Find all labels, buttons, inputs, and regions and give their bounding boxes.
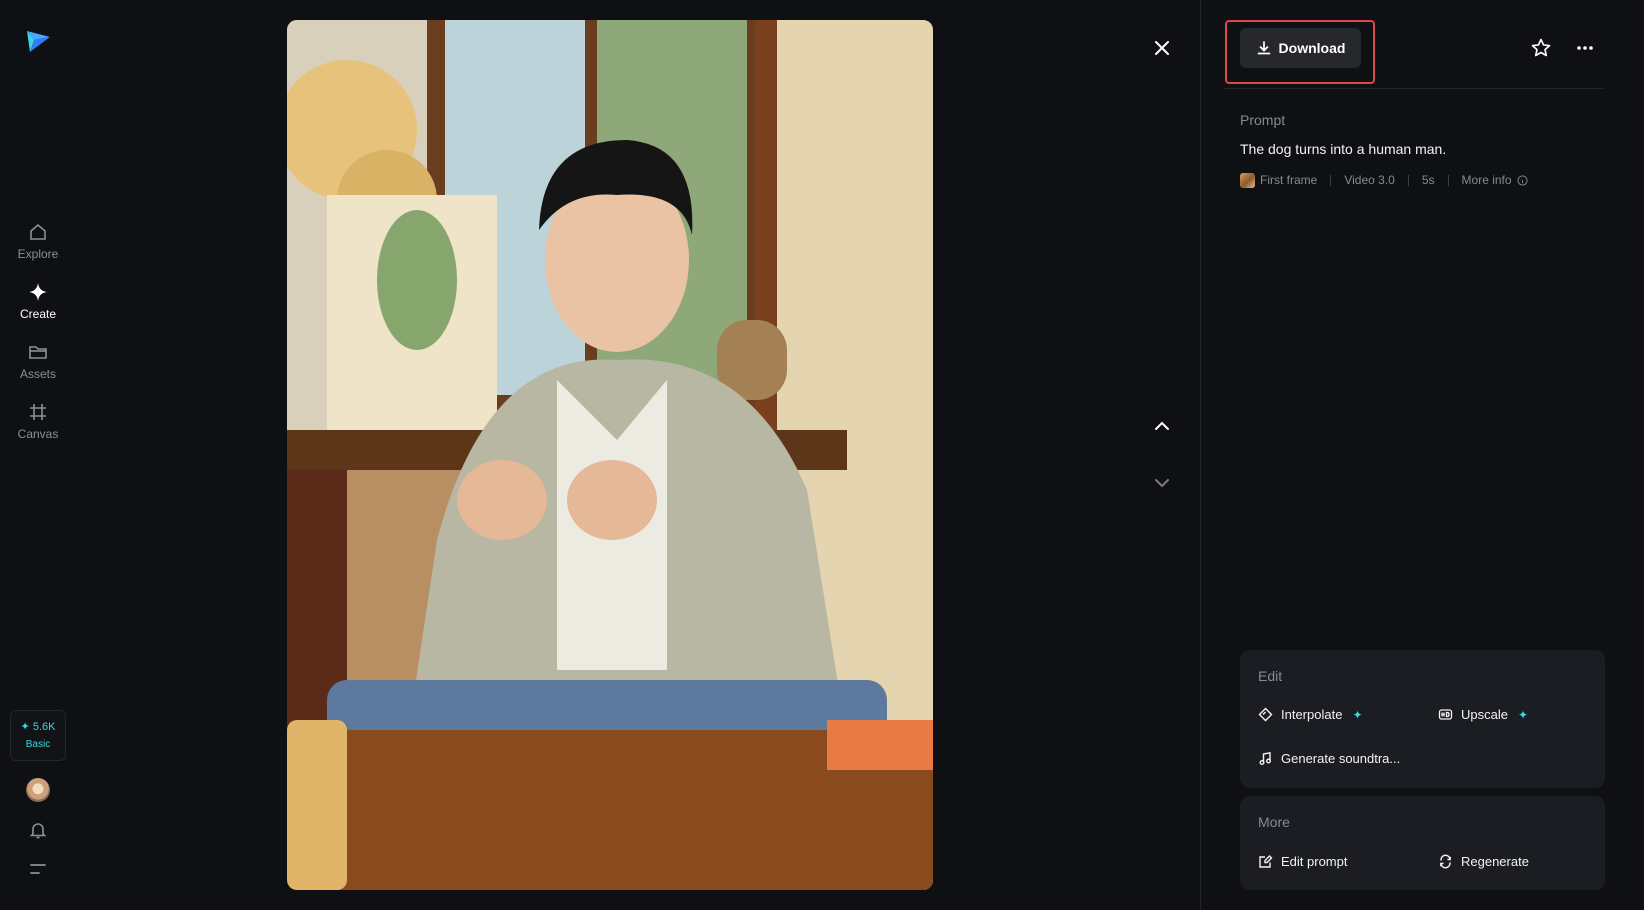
download-button[interactable]: Download — [1240, 28, 1361, 68]
first-frame-thumbnail — [1240, 172, 1255, 188]
credits-badge[interactable]: ✦ 5.6K Basic — [10, 710, 66, 761]
sidebar-item-explore[interactable]: Explore — [8, 222, 68, 272]
info-icon[interactable] — [1517, 174, 1528, 186]
meta-separator — [1447, 174, 1449, 186]
prompt-text: The dog turns into a human man. — [1240, 141, 1447, 157]
meta-source: First frame — [1260, 173, 1318, 187]
hd-icon — [1438, 709, 1453, 720]
sidebar-item-label: Canvas — [17, 427, 59, 441]
sparkle-icon: ✦ — [1352, 707, 1363, 722]
sidebar-item-label: Create — [19, 307, 57, 321]
diamond-sparkle-icon — [29, 283, 47, 301]
avatar[interactable] — [26, 778, 50, 802]
video-frame-image — [287, 20, 933, 890]
regenerate-button[interactable]: Regenerate — [1438, 854, 1529, 869]
panel-divider — [1200, 0, 1201, 910]
left-sidebar: Explore Create Assets Canvas ✦ 5.6K Basi… — [0, 0, 76, 910]
edit-prompt-button[interactable]: Edit prompt — [1258, 854, 1347, 869]
generate-soundtrack-label: Generate soundtra... — [1281, 751, 1401, 766]
meta-separator — [1407, 174, 1409, 186]
sidebar-item-create[interactable]: Create — [8, 282, 68, 332]
plan-label: Basic — [25, 738, 51, 750]
folder-icon — [29, 346, 47, 359]
regenerate-label: Regenerate — [1461, 854, 1529, 869]
generation-meta: First frame Video 3.0 5s More info — [1240, 172, 1528, 188]
generate-soundtrack-button[interactable]: Generate soundtra... — [1258, 751, 1400, 766]
more-card: More Edit prompt Regenerate — [1240, 796, 1605, 890]
menu-icon[interactable] — [29, 862, 47, 876]
edit-card: Edit Interpolate ✦ Upscale ✦ Generate so… — [1240, 650, 1605, 788]
interpolate-icon — [1258, 707, 1273, 722]
meta-duration: 5s — [1421, 173, 1435, 187]
paper-plane-logo[interactable] — [24, 27, 52, 55]
sidebar-item-assets[interactable]: Assets — [8, 342, 68, 392]
home-icon — [30, 223, 46, 240]
sparkle-icon: ✦ — [1517, 707, 1529, 722]
more-card-title: More — [1258, 814, 1290, 830]
upscale-label: Upscale — [1461, 707, 1508, 722]
upscale-button[interactable]: Upscale ✦ — [1438, 707, 1528, 722]
music-note-icon — [1259, 751, 1271, 765]
credits-amount: ✦ 5.6K — [20, 720, 56, 733]
download-icon — [1257, 41, 1270, 55]
sidebar-item-canvas[interactable]: Canvas — [8, 402, 68, 452]
interpolate-label: Interpolate — [1281, 707, 1343, 722]
sidebar-item-label: Explore — [17, 247, 59, 261]
prompt-label: Prompt — [1240, 112, 1286, 128]
edit-card-title: Edit — [1258, 668, 1283, 684]
close-icon[interactable] — [1150, 36, 1174, 60]
meta-separator — [1330, 174, 1332, 186]
hash-frame-icon — [30, 404, 46, 420]
download-label: Download — [1278, 40, 1346, 56]
regenerate-icon — [1440, 854, 1451, 869]
edit-icon — [1259, 855, 1273, 868]
star-icon[interactable] — [1530, 37, 1552, 59]
bell-icon[interactable] — [28, 820, 48, 840]
sidebar-item-label: Assets — [19, 367, 56, 381]
chevron-up-icon[interactable] — [1152, 416, 1172, 436]
media-preview[interactable] — [287, 20, 933, 890]
more-info-link[interactable]: More info — [1462, 173, 1512, 187]
interpolate-button[interactable]: Interpolate ✦ — [1258, 707, 1363, 722]
edit-prompt-label: Edit prompt — [1281, 854, 1348, 869]
chevron-down-icon[interactable] — [1152, 473, 1172, 493]
header-divider — [1224, 88, 1604, 89]
more-options-icon[interactable] — [1574, 37, 1596, 59]
meta-model: Video 3.0 — [1344, 173, 1395, 187]
